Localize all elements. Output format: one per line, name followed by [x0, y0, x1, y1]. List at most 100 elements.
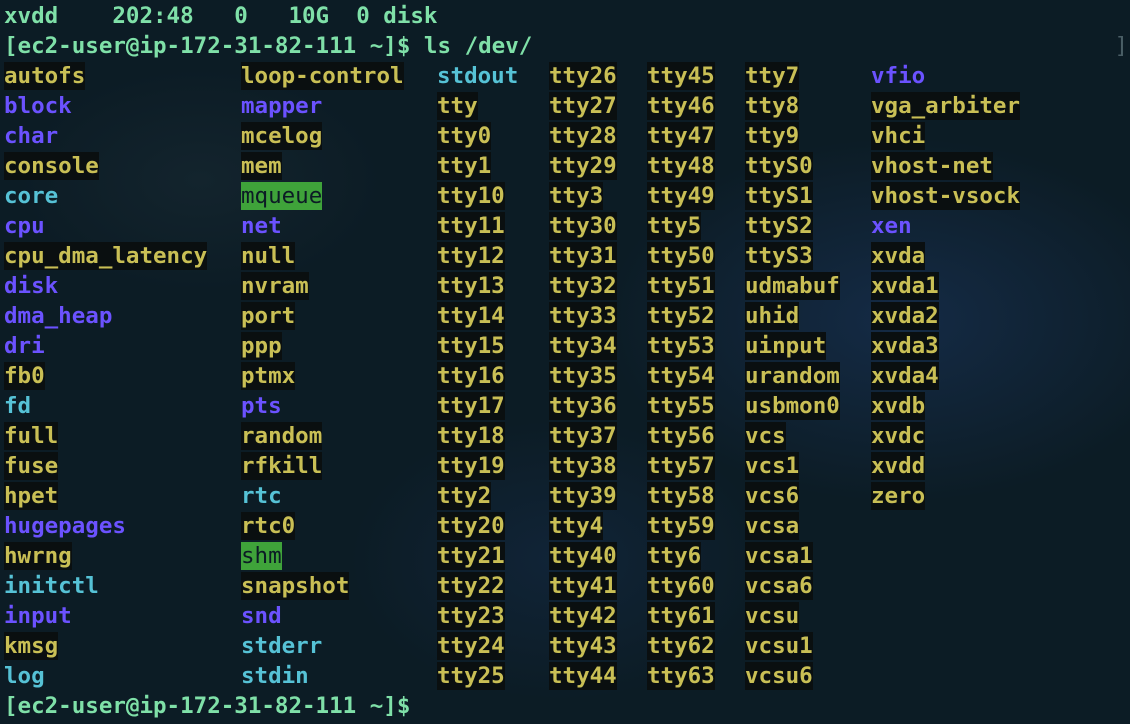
- listing-entry-file: xvda1: [871, 272, 939, 300]
- listing-entry-file: tty13: [437, 272, 505, 300]
- listing-entry-file: tty54: [647, 362, 715, 390]
- listing-entry-link: fd: [4, 393, 32, 419]
- listing-entry-dir: vfio: [871, 63, 926, 89]
- listing-entry-dir: input: [4, 603, 72, 629]
- listing-entry-file: tty28: [549, 122, 617, 150]
- listing-entry-file: tty8: [745, 92, 800, 120]
- listing-entry-file: tty32: [549, 272, 617, 300]
- listing-entry-file: tty37: [549, 422, 617, 450]
- previous-output-line: xvdd 202:48 0 10G 0 disk: [4, 3, 438, 29]
- directory-listing: autofs block char console core cpu cpu_dma_lat…: [0, 61, 1130, 691]
- listing-entry-file: tty25: [437, 662, 505, 690]
- listing-entry-file: udmabuf: [745, 272, 840, 300]
- listing-entry-file: tty59: [647, 512, 715, 540]
- listing-entry-file: urandom: [745, 362, 840, 390]
- listing-entry-dir: hugepages: [4, 513, 126, 539]
- listing-entry-file: random: [241, 422, 323, 450]
- listing-entry-file: tty17: [437, 392, 505, 420]
- listing-entry-file: ttyS1: [745, 182, 813, 210]
- listing-entry-file: tty52: [647, 302, 715, 330]
- listing-entry-file: hpet: [4, 482, 59, 510]
- listing-entry-dir: dma_heap: [4, 303, 113, 329]
- listing-entry-file: tty40: [549, 542, 617, 570]
- listing-entry-file: fb0: [4, 362, 45, 390]
- listing-entry-file: tty: [437, 92, 478, 120]
- listing-entry-file: port: [241, 302, 296, 330]
- listing-entry-file: tty36: [549, 392, 617, 420]
- listing-entry-file: null: [241, 242, 296, 270]
- listing-entry-file: xvdb: [871, 392, 926, 420]
- listing-entry-file: vcsa6: [745, 572, 813, 600]
- listing-entry-dir: snd: [241, 603, 282, 629]
- listing-entry-file: vcsu6: [745, 662, 813, 690]
- shell-prompt[interactable]: [ec2-user@ip-172-31-82-111 ~]$: [4, 691, 424, 721]
- listing-entry-file: vhost-net: [871, 152, 993, 180]
- listing-entry-file: tty57: [647, 452, 715, 480]
- listing-entry-file: tty20: [437, 512, 505, 540]
- listing-entry-file: tty3: [549, 182, 604, 210]
- listing-entry-file: tty38: [549, 452, 617, 480]
- listing-entry-file: tty11: [437, 212, 505, 240]
- listing-entry-file: tty61: [647, 602, 715, 630]
- listing-entry-file: vcs: [745, 422, 786, 450]
- listing-entry-file: vcsa: [745, 512, 800, 540]
- listing-entry-file: vhost-vsock: [871, 182, 1021, 210]
- listing-entry-dir: mapper: [241, 93, 323, 119]
- listing-entry-file: vga_arbiter: [871, 92, 1021, 120]
- listing-entry-file: tty48: [647, 152, 715, 180]
- listing-entry-file: ptmx: [241, 362, 296, 390]
- terminal-window[interactable]: xvdd 202:48 0 10G 0 disk [ec2-user@ip-17…: [0, 0, 1130, 724]
- listing-entry-file: tty1: [437, 152, 492, 180]
- listing-entry-file: tty0: [437, 122, 492, 150]
- listing-entry-file: xvda3: [871, 332, 939, 360]
- listing-entry-dir: disk: [4, 273, 59, 299]
- listing-entry-file: tty39: [549, 482, 617, 510]
- listing-entry-file: full: [4, 422, 59, 450]
- listing-entry-link: stdout: [437, 63, 519, 89]
- listing-entry-file: tty62: [647, 632, 715, 660]
- listing-entry-file: mcelog: [241, 122, 323, 150]
- listing-entry-file: xvda4: [871, 362, 939, 390]
- listing-entry-file: tty7: [745, 62, 800, 90]
- listing-entry-sticky: shm: [241, 542, 282, 570]
- listing-entry-file: tty56: [647, 422, 715, 450]
- listing-entry-file: tty22: [437, 572, 505, 600]
- listing-entry-file: tty44: [549, 662, 617, 690]
- listing-entry-link: log: [4, 663, 45, 689]
- listing-entry-dir: char: [4, 123, 59, 149]
- listing-entry-file: tty23: [437, 602, 505, 630]
- listing-entry-file: xvda2: [871, 302, 939, 330]
- listing-entry-file: tty43: [549, 632, 617, 660]
- listing-entry-file: tty42: [549, 602, 617, 630]
- listing-entry-dir: cpu: [4, 213, 45, 239]
- cursor-position[interactable]: [436, 696, 448, 718]
- listing-entry-file: tty21: [437, 542, 505, 570]
- listing-entry-file: tty50: [647, 242, 715, 270]
- listing-entry-file: tty58: [647, 482, 715, 510]
- listing-entry-file: tty29: [549, 152, 617, 180]
- listing-entry-file: tty33: [549, 302, 617, 330]
- listing-entry-file: kmsg: [4, 632, 59, 660]
- listing-entry-file: hwrng: [4, 542, 72, 570]
- listing-entry-file: tty9: [745, 122, 800, 150]
- listing-entry-file: ppp: [241, 332, 282, 360]
- listing-entry-file: console: [4, 152, 99, 180]
- listing-entry-link: initctl: [4, 573, 99, 599]
- listing-entry-link: core: [4, 183, 59, 209]
- listing-entry-file: tty12: [437, 242, 505, 270]
- listing-entry-file: fuse: [4, 452, 59, 480]
- listing-entry-file: tty60: [647, 572, 715, 600]
- listing-entry-file: tty19: [437, 452, 505, 480]
- listing-entry-dir: net: [241, 213, 282, 239]
- right-edge-marker: ]: [1114, 33, 1128, 59]
- listing-entry-file: tty53: [647, 332, 715, 360]
- listing-entry-file: xvda: [871, 242, 926, 270]
- listing-entry-file: tty14: [437, 302, 505, 330]
- listing-entry-link: stderr: [241, 633, 323, 659]
- listing-entry-file: cpu_dma_latency: [4, 242, 208, 270]
- listing-entry-file: vcsa1: [745, 542, 813, 570]
- listing-entry-file: uhid: [745, 302, 800, 330]
- listing-entry-file: tty16: [437, 362, 505, 390]
- listing-entry-file: tty51: [647, 272, 715, 300]
- listing-entry-file: zero: [871, 482, 926, 510]
